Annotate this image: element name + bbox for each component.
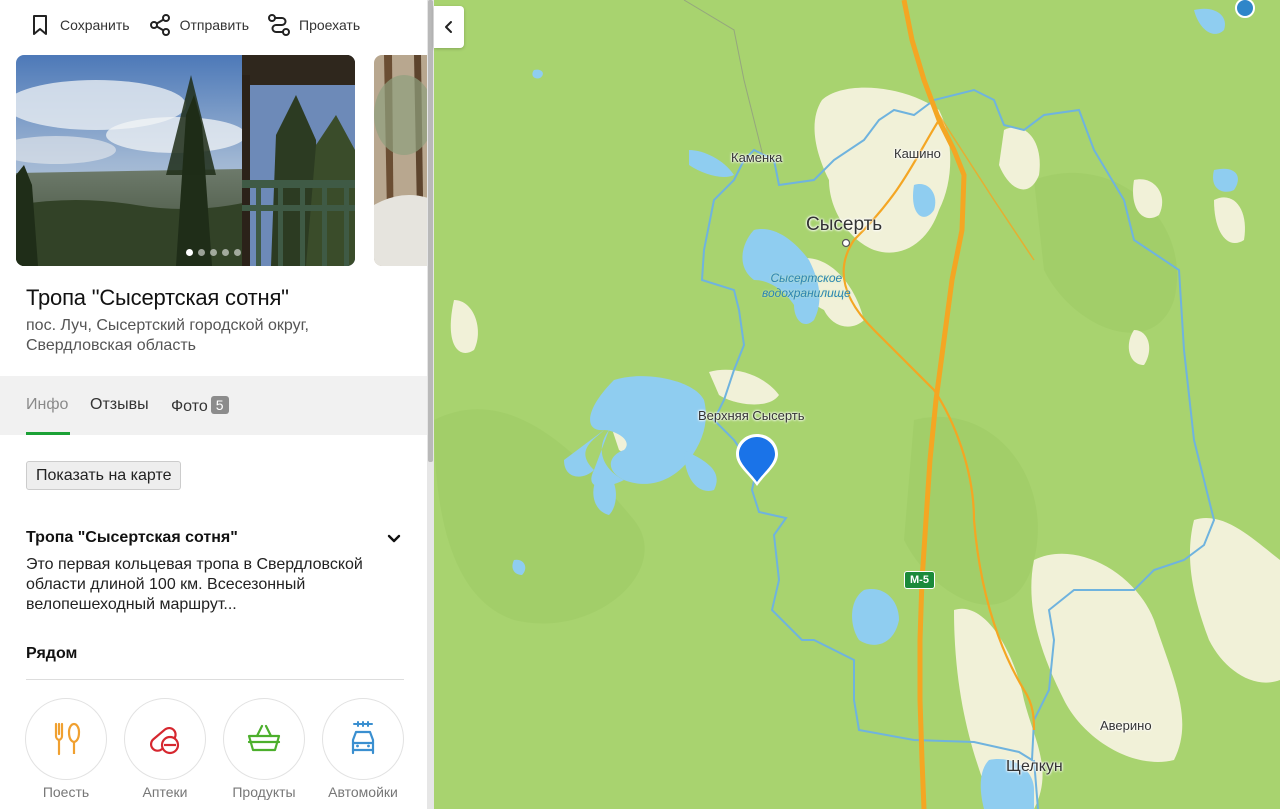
map-canvas[interactable]: Каменка Кашино Сысерть Сысертское водохр… [434, 0, 1280, 809]
basket-icon [247, 724, 281, 752]
description-text: Это первая кольцевая тропа в Свердловско… [26, 556, 363, 613]
divider [26, 679, 404, 680]
action-bar: Сохранить Отправить Проехать [28, 12, 378, 38]
chevron-down-icon[interactable] [385, 530, 403, 548]
scrollbar-thumb[interactable] [428, 0, 433, 462]
photo-forest-view [16, 55, 355, 266]
category-car-wash-label: Автомойки [328, 784, 398, 800]
panel-scrollbar[interactable] [427, 0, 434, 809]
category-groceries-label: Продукты [232, 784, 296, 800]
active-tab-indicator [26, 432, 70, 435]
place-address: пос. Луч, Сысертский городской округ, Св… [26, 317, 309, 354]
tab-photos[interactable]: Фото 5 [171, 396, 229, 416]
tab-info-label: Инфо [26, 396, 69, 413]
place-title: Тропа "Сысертская сотня" [26, 285, 289, 310]
pagination-dot[interactable] [186, 249, 193, 256]
label-kamenka[interactable]: Каменка [731, 150, 782, 165]
nearby-categories: Поесть Аптеки Продукты Автомойки [25, 698, 421, 800]
bookmark-icon [33, 15, 47, 35]
town-dot [841, 238, 851, 248]
label-reservoir[interactable]: Сысертское водохранилище [762, 271, 851, 301]
location-marker-icon[interactable] [734, 432, 780, 488]
road-sign-m5: М-5 [904, 571, 935, 589]
pagination-dot[interactable] [222, 249, 229, 256]
route-icon [268, 14, 290, 36]
save-button[interactable]: Сохранить [28, 12, 130, 38]
pills-icon [149, 726, 180, 755]
category-food-circle [25, 698, 107, 780]
route-label: Проехать [299, 17, 361, 33]
label-averino[interactable]: Аверино [1100, 718, 1152, 733]
share-icon [149, 14, 170, 36]
category-pharmacy-label: Аптеки [142, 784, 188, 800]
tab-photos-label: Фото [171, 398, 208, 415]
nearby-title: Рядом [26, 645, 78, 662]
route-button[interactable]: Проехать [267, 12, 360, 38]
pagination-dot[interactable] [198, 249, 205, 256]
show-on-map-button[interactable]: Показать на карте [26, 461, 182, 490]
map-layer [434, 0, 1280, 809]
category-pharmacy-circle [124, 698, 206, 780]
car-wash-icon [351, 721, 375, 755]
place-card-panel: Сохранить Отправить Проехать Тропа "Сысе… [0, 0, 427, 809]
category-food[interactable]: Поесть [25, 698, 107, 800]
label-reservoir-line1: Сысертское [770, 271, 843, 285]
label-sysert[interactable]: Сысерть [806, 214, 882, 236]
tab-info[interactable]: Инфо [26, 396, 68, 414]
pagination-dot[interactable] [210, 249, 217, 256]
fork-knife-icon [54, 722, 81, 756]
description-title: Тропа "Сысертская сотня" [26, 529, 238, 546]
chevron-left-icon [445, 21, 452, 33]
photo-next[interactable] [374, 55, 427, 266]
category-groceries-circle [223, 698, 305, 780]
category-car-wash[interactable]: Автомойки [322, 698, 404, 800]
category-pharmacy[interactable]: Аптеки [124, 698, 206, 800]
label-verkhnyaya-sysert[interactable]: Верхняя Сысерть [698, 408, 805, 423]
gallery-pagination [186, 249, 246, 256]
label-kashino[interactable]: Кашино [894, 146, 941, 161]
photo-winter-forest [374, 55, 427, 266]
tab-reviews[interactable]: Отзывы [90, 396, 149, 414]
photo-gallery[interactable] [16, 55, 427, 266]
collapse-panel-button[interactable] [434, 6, 464, 48]
share-label: Отправить [179, 17, 249, 33]
category-food-label: Поесть [42, 784, 90, 800]
label-shchelkun[interactable]: Щелкун [1006, 758, 1063, 776]
tab-bar: Инфо Отзывы Фото 5 [0, 376, 427, 435]
photo-count-badge: 5 [210, 396, 229, 414]
tab-reviews-label: Отзывы [90, 396, 149, 413]
pagination-dot[interactable] [234, 249, 241, 256]
label-reservoir-line2: водохранилище [762, 286, 851, 300]
photo-main[interactable] [16, 55, 355, 266]
category-groceries[interactable]: Продукты [223, 698, 305, 800]
save-label: Сохранить [60, 17, 130, 33]
category-car-wash-circle [322, 698, 404, 780]
share-button[interactable]: Отправить [148, 12, 249, 38]
